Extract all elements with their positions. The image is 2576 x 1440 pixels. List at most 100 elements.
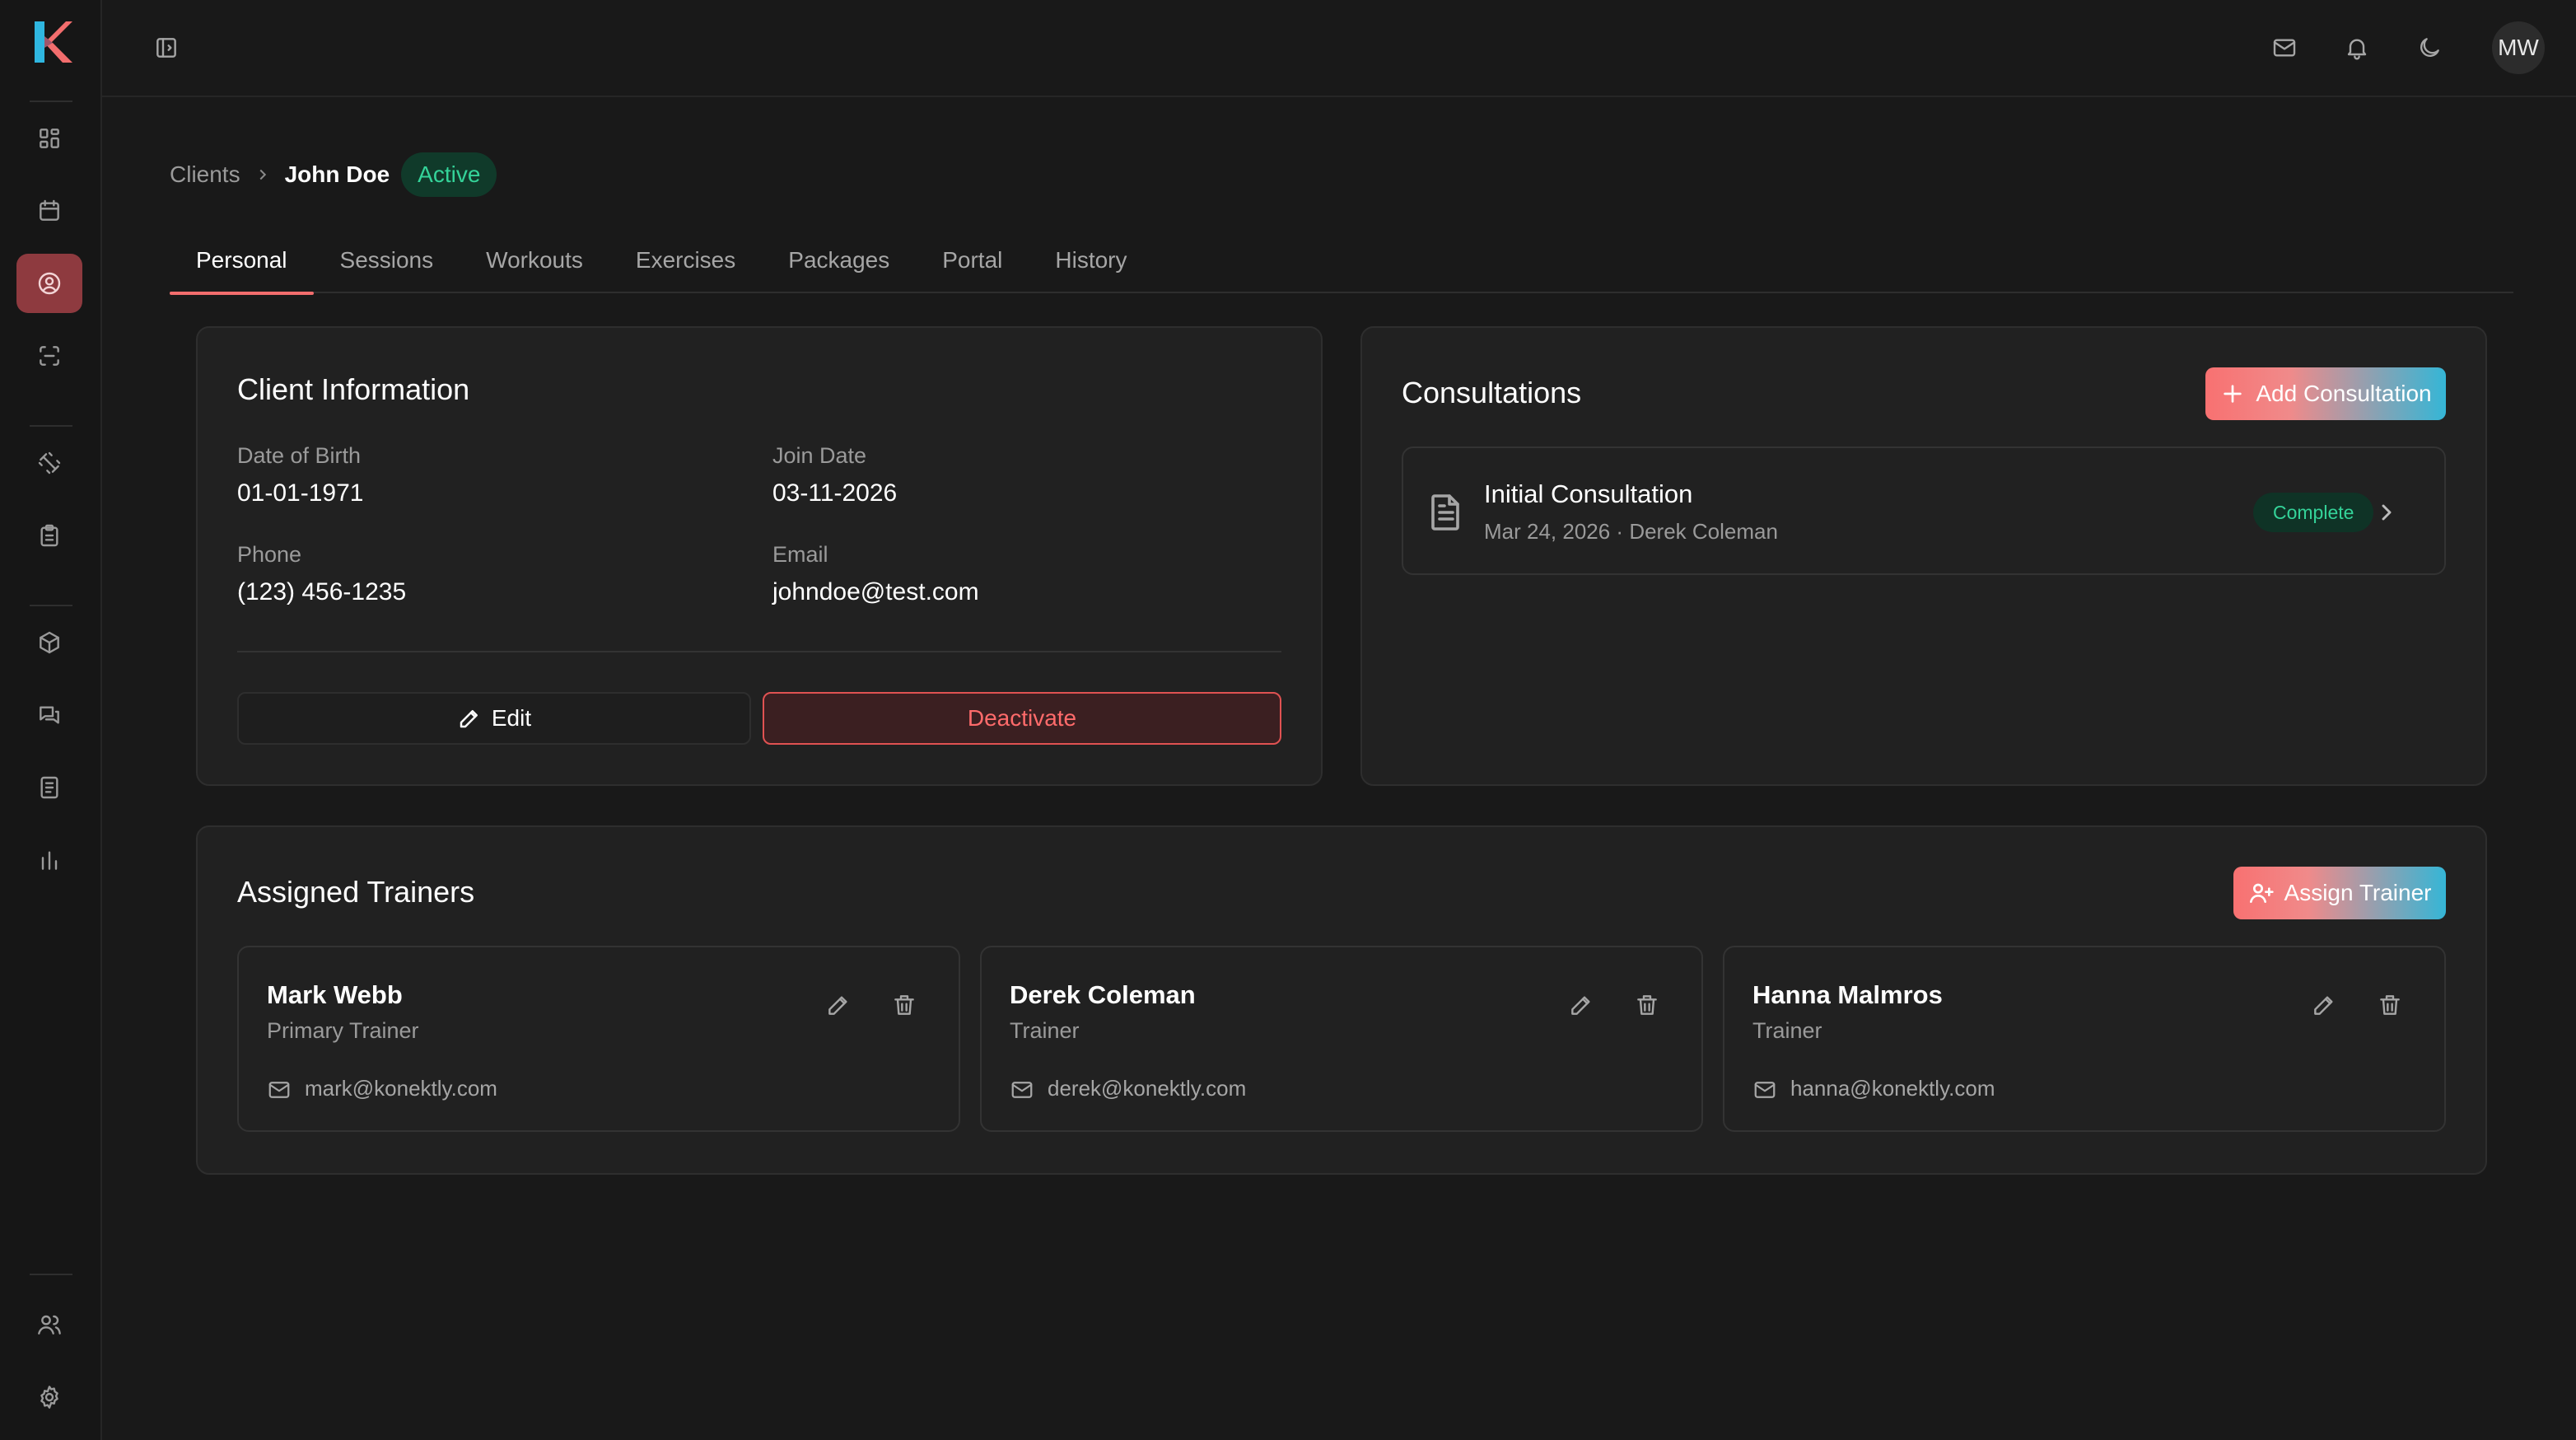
assign-trainer-button[interactable]: Assign Trainer bbox=[2233, 867, 2446, 919]
consultation-item[interactable]: Initial Consultation Mar 24, 2026 · Dere… bbox=[1402, 446, 2446, 575]
sidebar-item-reports[interactable] bbox=[16, 830, 82, 890]
user-plus-icon bbox=[2249, 883, 2274, 903]
moon-icon bbox=[2420, 38, 2439, 57]
status-badge: Active bbox=[401, 152, 497, 197]
sidebar-divider bbox=[30, 605, 72, 606]
sidebar-divider bbox=[30, 425, 72, 427]
chevron-right-icon bbox=[2373, 499, 2400, 526]
remove-trainer-button[interactable] bbox=[2372, 987, 2408, 1023]
dashboard-icon bbox=[40, 129, 59, 148]
sidebar-item-calendar[interactable] bbox=[16, 181, 82, 241]
trainer-email: mark@konektly.com bbox=[305, 1076, 497, 1101]
pencil-icon bbox=[828, 996, 847, 1015]
trainer-name: Derek Coleman bbox=[1010, 980, 1196, 1009]
sidebar-item-scan[interactable] bbox=[16, 326, 82, 386]
clipboard-icon bbox=[40, 524, 58, 547]
mail-icon bbox=[1752, 1078, 1777, 1102]
user-circle-icon bbox=[38, 272, 61, 295]
pencil-icon bbox=[1571, 996, 1590, 1015]
trainer-name: Mark Webb bbox=[267, 980, 403, 1009]
assign-trainer-label: Assign Trainer bbox=[2284, 880, 2432, 905]
file-text-icon bbox=[1430, 494, 1463, 531]
consultation-status-badge: Complete bbox=[2253, 493, 2374, 532]
sidebar-item-dashboard[interactable] bbox=[16, 109, 82, 168]
dumbbell-icon bbox=[38, 451, 61, 475]
add-consultation-button[interactable]: Add Consultation bbox=[2205, 367, 2446, 420]
breadcrumb-current: John Doe bbox=[284, 161, 390, 187]
trainer-name: Hanna Malmros bbox=[1752, 980, 1943, 1009]
tab-exercises[interactable]: Exercises bbox=[609, 227, 762, 293]
document-icon bbox=[40, 776, 58, 799]
sidebar-toggle-icon bbox=[156, 38, 176, 58]
pencil-icon bbox=[460, 710, 478, 728]
consultation-title: Initial Consultation bbox=[1484, 479, 1693, 508]
plus-icon bbox=[2224, 385, 2242, 403]
settings-icon bbox=[40, 1386, 58, 1409]
scan-icon bbox=[40, 346, 59, 366]
sidebar-item-packages[interactable] bbox=[16, 613, 82, 672]
edit-button-label: Edit bbox=[491, 705, 532, 731]
sidebar-item-clients[interactable] bbox=[16, 254, 82, 313]
phone-value: (123) 456-1235 bbox=[237, 578, 407, 605]
tab-bar: Personal Sessions Workouts Exercises Pac… bbox=[170, 227, 2513, 295]
dob-label: Date of Birth bbox=[237, 443, 362, 468]
join-date-label: Join Date bbox=[772, 443, 867, 468]
remove-trainer-button[interactable] bbox=[886, 987, 922, 1023]
email-value: johndoe@test.com bbox=[772, 578, 979, 605]
client-info-title: Client Information bbox=[237, 372, 470, 406]
breadcrumb: Clients John Doe Active bbox=[170, 152, 497, 197]
trainer-email: derek@konektly.com bbox=[1048, 1076, 1247, 1101]
theme-toggle-button[interactable] bbox=[2410, 28, 2449, 68]
users-icon bbox=[38, 1315, 61, 1335]
assigned-trainers-title: Assigned Trainers bbox=[237, 875, 475, 909]
trainer-role: Trainer bbox=[1752, 1018, 1822, 1043]
edit-trainer-button[interactable] bbox=[820, 987, 856, 1023]
package-icon bbox=[40, 631, 59, 654]
trainer-role: Trainer bbox=[1010, 1018, 1080, 1043]
consultation-subtitle: Mar 24, 2026 · Derek Coleman bbox=[1484, 519, 1778, 544]
mail-icon bbox=[267, 1078, 292, 1102]
consultations-title: Consultations bbox=[1402, 376, 1582, 409]
sidebar-item-settings[interactable] bbox=[16, 1368, 82, 1427]
trainer-role: Primary Trainer bbox=[267, 1018, 419, 1043]
edit-trainer-button[interactable] bbox=[1563, 987, 1599, 1023]
brand-logo[interactable] bbox=[30, 18, 72, 66]
remove-trainer-button[interactable] bbox=[1629, 987, 1665, 1023]
tab-portal[interactable]: Portal bbox=[916, 227, 1029, 293]
sidebar-item-team[interactable] bbox=[16, 1295, 82, 1354]
tab-personal[interactable]: Personal bbox=[170, 227, 314, 295]
calendar-icon bbox=[40, 199, 59, 221]
messages-icon bbox=[40, 706, 59, 724]
tab-sessions[interactable]: Sessions bbox=[314, 227, 460, 293]
sidebar bbox=[0, 0, 102, 1440]
tab-packages[interactable]: Packages bbox=[762, 227, 916, 293]
sidebar-item-messages[interactable] bbox=[16, 685, 82, 745]
mail-icon bbox=[1010, 1078, 1034, 1102]
dob-value: 01-01-1971 bbox=[237, 479, 364, 507]
sidebar-item-documents[interactable] bbox=[16, 758, 82, 817]
tab-workouts[interactable]: Workouts bbox=[460, 227, 609, 293]
user-avatar[interactable]: MW bbox=[2492, 21, 2545, 74]
add-consultation-label: Add Consultation bbox=[2256, 381, 2432, 406]
tab-history[interactable]: History bbox=[1029, 227, 1153, 293]
deactivate-button[interactable]: Deactivate bbox=[763, 692, 1281, 745]
trainer-card: Derek Coleman Trainer derek@konektly.com bbox=[980, 946, 1703, 1132]
bar-chart-icon bbox=[41, 851, 58, 870]
breadcrumb-clients-link[interactable]: Clients bbox=[170, 161, 240, 188]
sidebar-item-programs[interactable] bbox=[16, 506, 82, 565]
app-root: MW Clients John Doe Active Personal Sess… bbox=[0, 0, 2576, 1440]
edit-trainer-button[interactable] bbox=[2306, 987, 2342, 1023]
trainer-card: Mark Webb Primary Trainer mark@konektly.… bbox=[237, 946, 960, 1132]
chevron-right-icon bbox=[254, 166, 272, 184]
trainer-email: hanna@konektly.com bbox=[1790, 1076, 1995, 1101]
mail-icon bbox=[2273, 39, 2296, 57]
mail-button[interactable] bbox=[2265, 28, 2304, 68]
sidebar-toggle-button[interactable] bbox=[147, 28, 186, 68]
sidebar-divider bbox=[30, 1274, 72, 1275]
sidebar-item-workouts[interactable] bbox=[16, 433, 82, 493]
topbar: MW bbox=[102, 0, 2576, 97]
trash-icon bbox=[1637, 995, 1657, 1015]
edit-button[interactable]: Edit bbox=[237, 692, 751, 745]
join-date-value: 03-11-2026 bbox=[772, 479, 898, 507]
notifications-button[interactable] bbox=[2337, 28, 2377, 68]
